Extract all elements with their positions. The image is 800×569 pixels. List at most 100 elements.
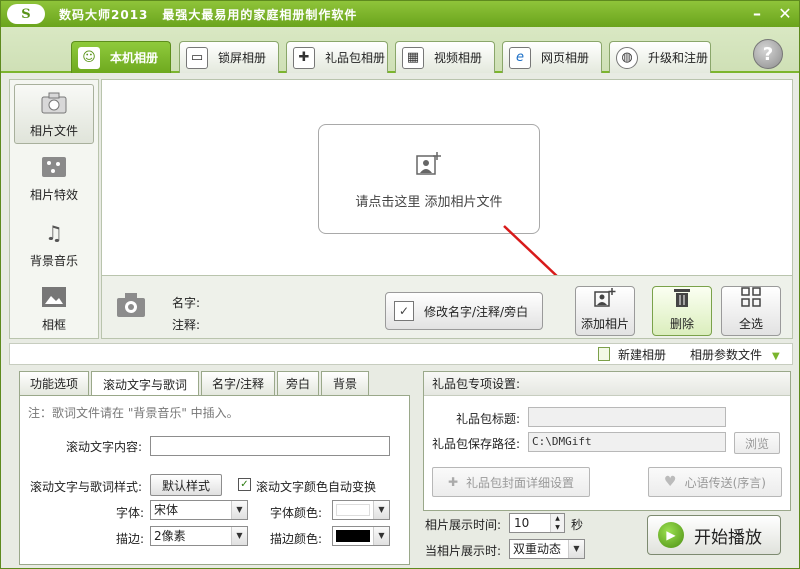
- font-value: 宋体: [154, 503, 179, 517]
- tab-function-options[interactable]: 功能选项: [19, 371, 89, 395]
- edit-button-label: 修改名字/注释/旁白: [424, 304, 529, 319]
- film-icon: ▦: [402, 46, 424, 69]
- chevron-down-icon: ▼: [772, 351, 780, 362]
- document-icon: [598, 347, 610, 361]
- album-menubar: 新建相册 相册参数文件 ▼: [9, 343, 793, 365]
- tab-name-note[interactable]: 名字/注释: [201, 371, 275, 395]
- stroke-color-label: 描边颜色:: [270, 532, 323, 546]
- sidebar-item-label: 相框: [41, 317, 66, 332]
- album-params-menu[interactable]: 相册参数文件 ▼: [690, 346, 780, 363]
- edit-check-icon: ✓: [394, 301, 414, 321]
- tab-local-album[interactable]: ☺ 本机相册: [71, 41, 171, 73]
- start-playback-button[interactable]: ▶ 开始播放: [647, 515, 781, 555]
- help-icon[interactable]: ?: [753, 39, 783, 69]
- select-all-button[interactable]: 全选: [721, 286, 781, 336]
- browse-button[interactable]: 浏览: [734, 432, 780, 454]
- duration-label: 相片展示时间:: [425, 518, 502, 532]
- person-photo-icon: ☺: [78, 46, 100, 69]
- main-tabs: ☺ 本机相册 ▭ 锁屏相册 ✚ 礼品包相册 ▦ 视频相册 e 网页相册 ◍ 升级…: [1, 27, 799, 73]
- sidebar-item-background-music[interactable]: ♫ 背景音乐: [14, 214, 94, 274]
- duration-unit: 秒: [571, 518, 584, 532]
- heart-icon: ♥: [664, 474, 677, 490]
- note-label: 注释:: [172, 318, 201, 332]
- gift-icon: ✚: [293, 46, 315, 69]
- style-label: 滚动文字与歌词样式:: [30, 480, 143, 494]
- photo-info-strip: 名字: 注释: ✓ 修改名字/注释/旁白 添加相片 删除 全选: [101, 275, 793, 339]
- message-preface-label: 心语传送(序言): [684, 475, 766, 490]
- stroke-select[interactable]: 2像素 ▼: [150, 526, 248, 546]
- trash-icon: [671, 286, 693, 313]
- font-color-label: 字体颜色:: [270, 506, 323, 520]
- photo-list-area[interactable]: 请点击这里 添加相片文件: [101, 79, 793, 300]
- select-all-label: 全选: [738, 317, 763, 331]
- app-logo: S: [7, 4, 45, 24]
- sidebar-item-photo-frame[interactable]: 相框: [14, 278, 94, 338]
- sidebar-item-label: 背景音乐: [29, 253, 78, 268]
- effects-icon: [39, 154, 69, 180]
- gift-path-input[interactable]: C:\DMGift: [528, 432, 726, 452]
- tab-narration[interactable]: 旁白: [277, 371, 319, 395]
- tab-lockscreen-album[interactable]: ▭ 锁屏相册: [179, 41, 279, 73]
- edit-name-note-narration-button[interactable]: ✓ 修改名字/注释/旁白: [385, 292, 543, 330]
- tab-gift-album[interactable]: ✚ 礼品包相册: [286, 41, 388, 73]
- add-photo-label: 添加相片: [580, 317, 629, 331]
- tab-upgrade-register[interactable]: ◍ 升级和注册: [609, 41, 711, 73]
- duration-spinner[interactable]: 10 ▲ ▼: [509, 513, 565, 533]
- font-color-select[interactable]: ▼: [332, 500, 390, 520]
- message-preface-button[interactable]: ♥ 心语传送(序言): [648, 467, 782, 497]
- title-bar: S 数码大师2013 最强大最易用的家庭相册制作软件 – ✕: [1, 1, 799, 27]
- add-photo-dropzone[interactable]: 请点击这里 添加相片文件: [318, 124, 540, 234]
- grid-icon: [740, 286, 762, 313]
- add-photo-icon: [414, 149, 444, 177]
- camera-icon: [39, 90, 69, 116]
- chevron-down-icon: ▼: [373, 527, 389, 545]
- close-icon[interactable]: ✕: [775, 4, 795, 24]
- transition-select[interactable]: 双重动态 ▼: [509, 539, 585, 559]
- tab-background[interactable]: 背景: [321, 371, 369, 395]
- tab-label: 礼品包相册: [325, 51, 386, 65]
- sidebar-item-photo-effects[interactable]: 相片特效: [14, 148, 94, 208]
- transition-label: 当相片展示时:: [425, 544, 502, 558]
- tab-label: 网页相册: [541, 51, 590, 65]
- gift-panel-header: 礼品包专项设置:: [424, 372, 790, 396]
- sidebar-item-label: 相片文件: [29, 123, 78, 138]
- sidebar-item-photo-files[interactable]: 相片文件: [14, 84, 94, 144]
- delete-button[interactable]: 删除: [652, 286, 712, 336]
- gift-title-input[interactable]: [528, 407, 726, 427]
- gift-package-panel: 礼品包专项设置: 礼品包标题: 礼品包保存路径: C:\DMGift 浏览 ✚ …: [423, 371, 791, 511]
- tab-label: 锁屏相册: [218, 51, 267, 65]
- font-select[interactable]: 宋体 ▼: [150, 500, 248, 520]
- stroke-value: 2像素: [154, 529, 186, 543]
- add-photo-prompt: 请点击这里 添加相片文件: [355, 194, 503, 210]
- stroke-label: 描边:: [116, 532, 145, 546]
- chevron-down-icon: ▼: [231, 501, 247, 519]
- gift-path-label: 礼品包保存路径:: [432, 437, 521, 451]
- tab-scrolling-lyrics[interactable]: 滚动文字与歌词: [91, 371, 199, 396]
- transition-value: 双重动态: [513, 542, 562, 556]
- chevron-down-icon: ▼: [568, 540, 584, 558]
- globe-icon: ◍: [616, 46, 638, 69]
- scroll-content-input[interactable]: [150, 436, 390, 456]
- tab-web-album[interactable]: e 网页相册: [502, 41, 602, 73]
- add-photo-button[interactable]: 添加相片: [575, 286, 635, 336]
- start-playback-label: 开始播放: [694, 527, 762, 548]
- auto-color-checkbox[interactable]: ✓: [238, 478, 251, 491]
- ie-icon: e: [509, 46, 531, 69]
- add-photo-icon: [593, 286, 617, 313]
- tab-video-album[interactable]: ▦ 视频相册: [395, 41, 495, 73]
- scroll-content-label: 滚动文字内容:: [66, 440, 143, 454]
- new-album-menu[interactable]: 新建相册: [598, 346, 666, 363]
- chevron-down-icon: ▼: [231, 527, 247, 545]
- stroke-color-swatch: [336, 530, 370, 542]
- scrolling-lyrics-panel: 注：歌词文件请在 "背景音乐" 中插入。 滚动文字内容: 滚动文字与歌词样式: …: [19, 395, 410, 565]
- chevron-down-icon: ▼: [373, 501, 389, 519]
- stroke-color-select[interactable]: ▼: [332, 526, 390, 546]
- sidebar-item-label: 相片特效: [29, 187, 78, 202]
- monitor-icon: ▭: [186, 46, 208, 69]
- default-style-button[interactable]: 默认样式: [150, 474, 222, 496]
- app-window: S 数码大师2013 最强大最易用的家庭相册制作软件 – ✕ ☺ 本机相册 ▭ …: [0, 0, 800, 569]
- gift-cover-settings-button[interactable]: ✚ 礼品包封面详细设置: [432, 467, 590, 497]
- minimize-icon[interactable]: –: [747, 4, 767, 24]
- spinner-arrows-icon[interactable]: ▲ ▼: [550, 514, 564, 532]
- play-icon: ▶: [658, 522, 684, 548]
